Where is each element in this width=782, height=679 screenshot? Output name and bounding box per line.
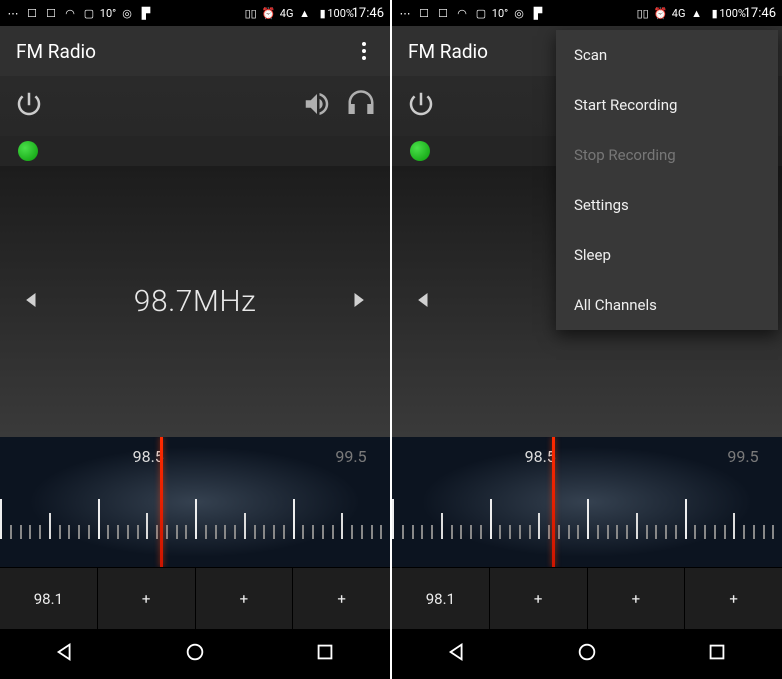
- preset-button[interactable]: +: [98, 568, 196, 629]
- frequency-area: 98.7MHz: [0, 166, 390, 437]
- status-bar: ⋯ ☐ ☐ ◠ ▢ 10° ◎ ▛ ▯▯ ⏰ 4G ▲ ▮ 100% 17:46: [392, 0, 782, 26]
- dial-ticks: [392, 479, 782, 539]
- app-bar: FM Radio: [0, 26, 390, 76]
- navigation-bar: [392, 629, 782, 679]
- headphone-icon[interactable]: [346, 89, 376, 123]
- temp-text: 10°: [493, 6, 507, 20]
- back-button[interactable]: [446, 641, 468, 667]
- navigation-bar: [0, 629, 390, 679]
- back-button[interactable]: [54, 641, 76, 667]
- overflow-menu: Scan Start Recording Stop Recording Sett…: [556, 30, 778, 330]
- picture-icon: ▢: [474, 6, 488, 20]
- signal-icon: ▲: [298, 6, 312, 20]
- status-bar: ⋯ ☐ ☐ ◠ ▢ 10° ◎ ▛ ▯▯ ⏰ 4G ▲ ▮ 100% 17:46: [0, 0, 390, 26]
- picture-icon: ▢: [82, 6, 96, 20]
- recents-button[interactable]: [706, 641, 728, 667]
- clock-text: 17:46: [352, 6, 384, 20]
- prev-station-button[interactable]: [410, 286, 438, 318]
- overflow-menu-button[interactable]: [354, 42, 374, 60]
- menu-all-channels[interactable]: All Channels: [556, 280, 778, 330]
- dial-label-right: 99.5: [335, 447, 366, 466]
- preset-button[interactable]: +: [685, 568, 782, 629]
- home-button[interactable]: [576, 641, 598, 667]
- notification-more-icon: ⋯: [6, 6, 20, 20]
- flag-icon: ▛: [531, 6, 545, 20]
- next-station-button[interactable]: [344, 286, 372, 318]
- radio-small-icon: ☐: [25, 6, 39, 20]
- signal-icon: ▲: [690, 6, 704, 20]
- temp-text: 10°: [101, 6, 115, 20]
- alarm-icon: ⏰: [262, 6, 276, 20]
- preset-row: 98.1 + + +: [0, 567, 390, 629]
- phone-screenshot-right: ⋯ ☐ ☐ ◠ ▢ 10° ◎ ▛ ▯▯ ⏰ 4G ▲ ▮ 100% 17:46…: [392, 0, 782, 679]
- status-indicator-icon: [410, 141, 430, 161]
- radio-small-icon: ☐: [417, 6, 431, 20]
- vibrate-icon: ▯▯: [636, 6, 650, 20]
- controls-row: [0, 76, 390, 136]
- battery-text: 100%: [334, 6, 348, 20]
- menu-sleep[interactable]: Sleep: [556, 230, 778, 280]
- dial-needle: [552, 437, 555, 567]
- notification-more-icon: ⋯: [398, 6, 412, 20]
- menu-stop-recording: Stop Recording: [556, 130, 778, 180]
- tuning-dial[interactable]: 98.5 99.5: [0, 437, 390, 567]
- menu-scan[interactable]: Scan: [556, 30, 778, 80]
- clock-text: 17:46: [744, 6, 776, 20]
- battery-text: 100%: [726, 6, 740, 20]
- recents-button[interactable]: [314, 641, 336, 667]
- power-icon[interactable]: [406, 89, 436, 123]
- network-text: 4G: [280, 6, 294, 20]
- dial-label-right: 99.5: [727, 447, 758, 466]
- power-icon[interactable]: [14, 89, 44, 123]
- headphone-status-icon: ◠: [63, 6, 77, 20]
- home-button[interactable]: [184, 641, 206, 667]
- preset-button[interactable]: +: [196, 568, 294, 629]
- radio-icon: ☐: [436, 6, 450, 20]
- vibrate-icon: ▯▯: [244, 6, 258, 20]
- phone-screenshot-left: ⋯ ☐ ☐ ◠ ▢ 10° ◎ ▛ ▯▯ ⏰ 4G ▲ ▮ 100% 17:46…: [0, 0, 390, 679]
- preset-row: 98.1 + + +: [392, 567, 782, 629]
- network-text: 4G: [672, 6, 686, 20]
- status-indicator-icon: [18, 141, 38, 161]
- preset-button[interactable]: 98.1: [0, 568, 98, 629]
- dial-needle: [160, 437, 163, 567]
- headphone-status-icon: ◠: [455, 6, 469, 20]
- instagram-icon: ◎: [120, 6, 134, 20]
- tuning-dial[interactable]: 98.5 99.5: [392, 437, 782, 567]
- menu-start-recording[interactable]: Start Recording: [556, 80, 778, 130]
- frequency-display: 98.7MHz: [134, 284, 256, 319]
- instagram-icon: ◎: [512, 6, 526, 20]
- speaker-icon[interactable]: [302, 89, 332, 123]
- radio-icon: ☐: [44, 6, 58, 20]
- alarm-icon: ⏰: [654, 6, 668, 20]
- flag-icon: ▛: [139, 6, 153, 20]
- prev-station-button[interactable]: [18, 286, 46, 318]
- dial-ticks: [0, 479, 390, 539]
- preset-button[interactable]: +: [293, 568, 390, 629]
- app-title: FM Radio: [16, 40, 96, 63]
- preset-button[interactable]: +: [588, 568, 686, 629]
- menu-settings[interactable]: Settings: [556, 180, 778, 230]
- status-row: [0, 136, 390, 166]
- app-title: FM Radio: [408, 40, 488, 63]
- preset-button[interactable]: 98.1: [392, 568, 490, 629]
- preset-button[interactable]: +: [490, 568, 588, 629]
